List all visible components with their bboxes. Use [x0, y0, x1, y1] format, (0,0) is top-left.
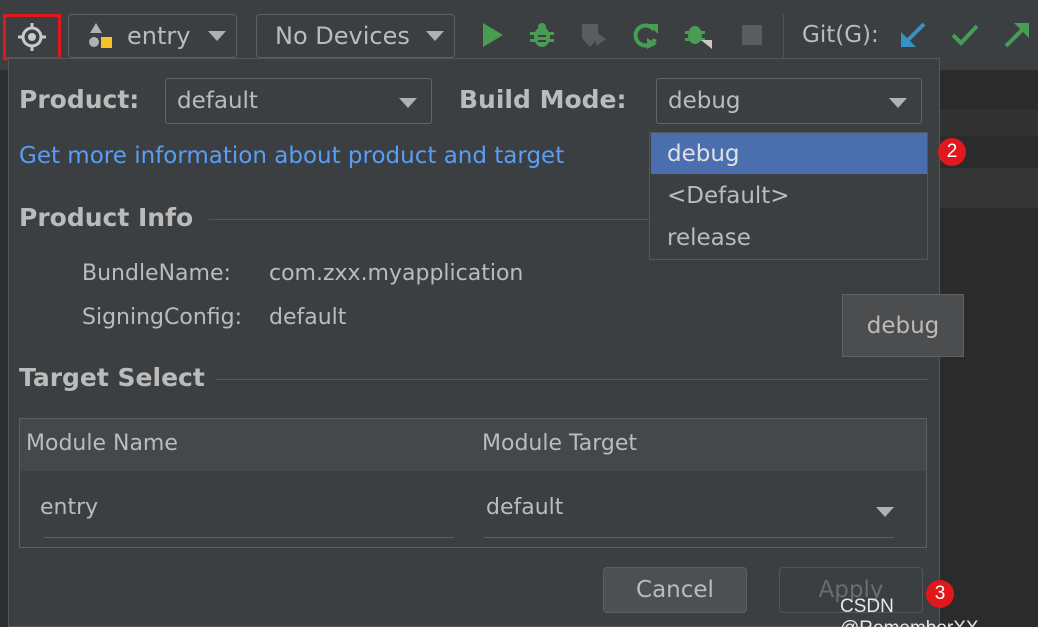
info-link[interactable]: Get more information about product and t…	[19, 143, 564, 169]
cancel-button[interactable]: Cancel	[603, 567, 747, 613]
build-mode-select[interactable]: debug	[656, 78, 922, 124]
signing-config-key: SigningConfig:	[82, 305, 243, 330]
watermark: CSDN @RememberXX.	[840, 596, 984, 627]
device-combo-label: No Devices	[275, 22, 410, 50]
step-badge-2: 2	[938, 138, 966, 166]
cell-underline	[44, 537, 454, 538]
module-target-select[interactable]: default	[482, 479, 894, 537]
column-header-module-name: Module Name	[26, 431, 178, 456]
option-debug[interactable]: debug	[651, 133, 927, 174]
table-header: Module Name Module Target	[20, 419, 926, 471]
profiler-shield-icon[interactable]	[578, 20, 608, 50]
cell-module-target: default	[486, 495, 564, 520]
product-select[interactable]: default	[165, 78, 432, 124]
target-icon	[18, 23, 46, 51]
product-select-value: default	[177, 88, 258, 114]
bundle-name-value: com.zxx.myapplication	[269, 261, 524, 286]
product-target-button[interactable]	[3, 14, 61, 60]
build-mode-label: Build Mode:	[459, 85, 627, 114]
debug-bug-icon[interactable]	[527, 20, 557, 50]
chevron-down-icon	[876, 507, 894, 517]
git-label: Git(G):	[802, 22, 879, 48]
target-select-title: Target Select	[19, 363, 205, 392]
chevron-down-icon	[425, 31, 444, 41]
git-update-icon[interactable]	[898, 20, 928, 50]
stop-icon[interactable]	[737, 20, 767, 50]
attach-debugger-icon[interactable]	[683, 20, 713, 50]
editor-line	[940, 168, 1038, 208]
git-commit-icon[interactable]	[950, 20, 980, 50]
module-combo[interactable]: entry	[68, 14, 237, 58]
run-icon[interactable]	[477, 20, 507, 50]
device-combo[interactable]: No Devices	[256, 14, 455, 58]
signing-config-value: default	[269, 305, 347, 330]
module-icon	[89, 23, 112, 48]
column-header-module-target: Module Target	[482, 431, 638, 456]
option-release[interactable]: release	[651, 217, 927, 258]
target-table: Module Name Module Target entry default	[19, 418, 927, 548]
option-default[interactable]: <Default>	[651, 175, 927, 216]
editor-line	[940, 110, 1038, 136]
rerun-icon[interactable]	[630, 20, 660, 50]
build-mode-select-value: debug	[668, 88, 741, 114]
git-push-icon[interactable]	[1002, 20, 1032, 50]
build-mode-dropdown: debug <Default> release	[649, 132, 928, 260]
toolbar-separator	[783, 14, 784, 58]
chevron-down-icon	[399, 98, 417, 108]
module-combo-label: entry	[127, 22, 191, 50]
cell-module-name: entry	[40, 495, 99, 520]
chevron-down-icon	[208, 31, 227, 41]
chevron-down-icon	[889, 98, 907, 108]
product-info-title: Product Info	[19, 203, 194, 232]
cell-underline	[484, 537, 894, 538]
section-divider	[216, 379, 929, 380]
tooltip: debug	[842, 294, 964, 357]
product-label: Product:	[19, 85, 140, 114]
bundle-name-key: BundleName:	[82, 261, 231, 286]
